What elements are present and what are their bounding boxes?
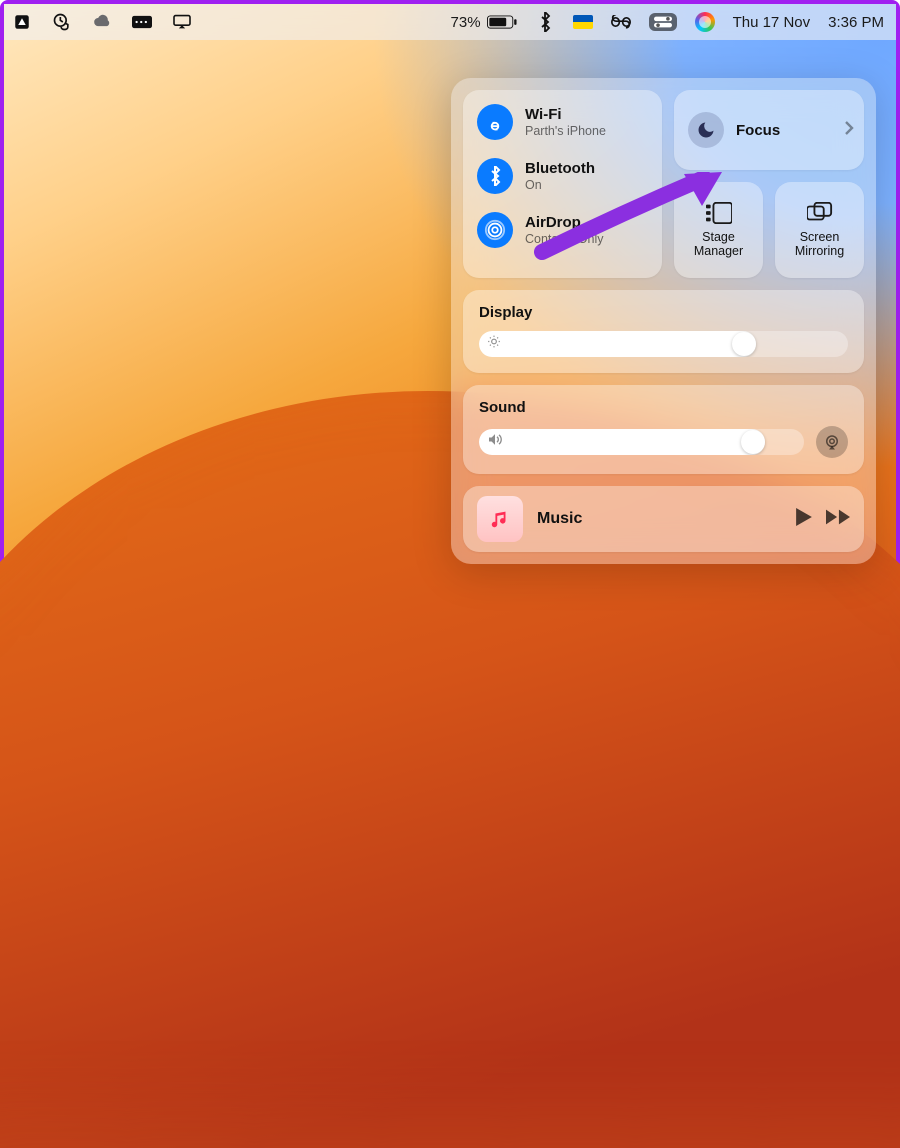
bluetooth-status: On (525, 178, 595, 192)
screen-mirroring-icon (807, 202, 833, 224)
stage-manager-label: Stage Manager (694, 230, 743, 259)
wifi-status: Parth's iPhone (525, 124, 606, 138)
menubar-date[interactable]: Thu 17 Nov (733, 14, 811, 31)
bluetooth-menu-icon[interactable] (535, 12, 555, 32)
screen-mirroring-tile[interactable]: Screen Mirroring (775, 182, 864, 278)
play-button[interactable] (796, 508, 812, 531)
brightness-icon (487, 335, 501, 354)
display-tile: Display (463, 290, 864, 373)
focus-label: Focus (736, 122, 832, 139)
music-label: Music (537, 510, 782, 528)
sound-volume-slider[interactable] (479, 429, 804, 455)
bluetooth-label: Bluetooth (525, 160, 595, 177)
now-playing-tile[interactable]: Music (463, 486, 864, 552)
wifi-label: Wi-Fi (525, 106, 606, 123)
airdrop-toggle[interactable]: AirDrop Contacts Only (477, 212, 648, 248)
moon-icon (688, 112, 724, 148)
music-app-icon (477, 496, 523, 542)
sound-tile: Sound (463, 385, 864, 474)
sound-label: Sound (479, 399, 848, 416)
focus-tile[interactable]: Focus (674, 90, 864, 170)
battery-percent-label: 73% (451, 14, 481, 31)
airdrop-status: Contacts Only (525, 232, 604, 246)
display-brightness-slider[interactable] (479, 331, 848, 357)
screen-mirroring-label: Screen Mirroring (795, 230, 844, 259)
control-center-menu-icon[interactable] (649, 13, 677, 31)
siri-icon[interactable] (695, 12, 715, 32)
chevron-right-icon (844, 120, 854, 141)
connectivity-tile: Wi-Fi Parth's iPhone Bluetooth On AirDro… (463, 90, 662, 278)
link-menu-icon[interactable] (611, 12, 631, 32)
bluetooth-icon (477, 158, 513, 194)
menu-bar: 73% Thu 17 Nov 3:36 PM (4, 4, 896, 40)
battery-status[interactable]: 73% (451, 14, 517, 31)
keyboard-icon[interactable] (132, 12, 152, 32)
cloud-sync-icon[interactable] (92, 12, 112, 32)
airplay-menu-icon[interactable] (172, 12, 192, 32)
volume-icon (487, 433, 503, 452)
stage-manager-tile[interactable]: Stage Manager (674, 182, 763, 278)
app-icon-1[interactable] (12, 12, 32, 32)
control-center-panel: Wi-Fi Parth's iPhone Bluetooth On AirDro… (451, 78, 876, 564)
stage-manager-icon (706, 202, 732, 224)
airdrop-label: AirDrop (525, 214, 604, 231)
menubar-time[interactable]: 3:36 PM (828, 14, 884, 31)
fast-forward-button[interactable] (826, 509, 850, 530)
clock-shield-icon[interactable] (52, 12, 72, 32)
flag-icon[interactable] (573, 12, 593, 32)
wifi-icon (477, 104, 513, 140)
wifi-toggle[interactable]: Wi-Fi Parth's iPhone (477, 104, 648, 140)
airplay-audio-button[interactable] (816, 426, 848, 458)
bluetooth-toggle[interactable]: Bluetooth On (477, 158, 648, 194)
airdrop-icon (477, 212, 513, 248)
display-label: Display (479, 304, 848, 321)
